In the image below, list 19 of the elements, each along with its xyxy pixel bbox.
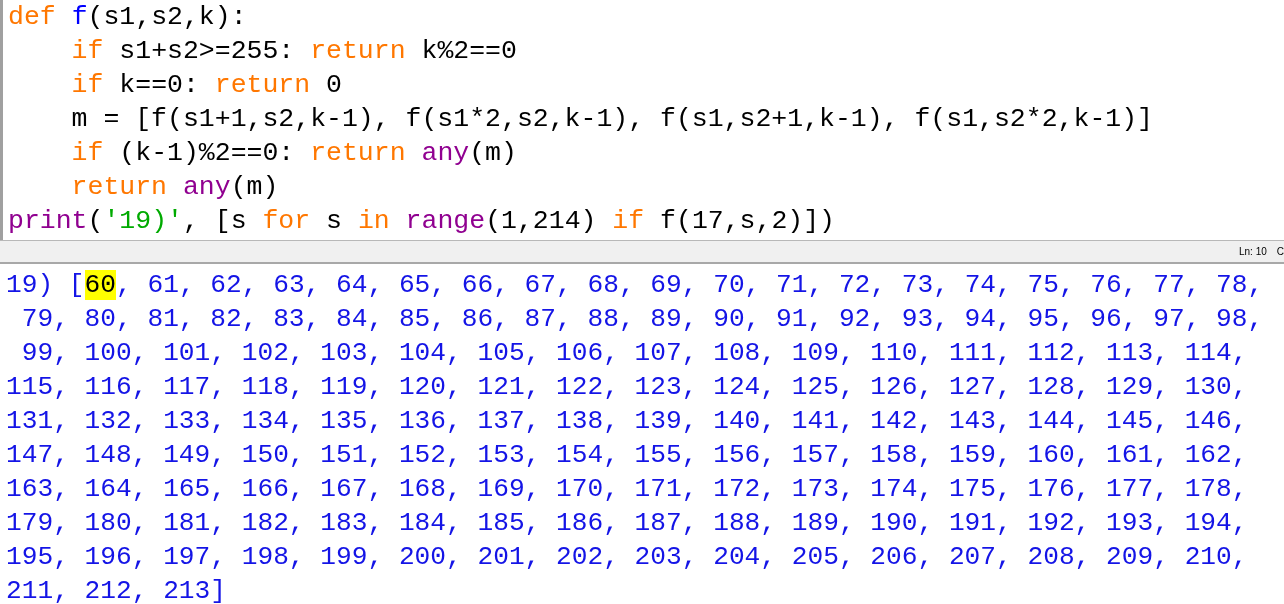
output-line: 195, 196, 197, 198, 199, 200, 201, 202, 203, 204, 205, 206, 207, 208, 209, 210, [6, 541, 1249, 574]
code-line: if (k-1)%2==0: return any(m) [70, 137, 518, 170]
output-line: 115, 116, 117, 118, 119, 120, 121, 122, 123, 124, 125, 126, 127, 128, 129, 130, [6, 371, 1249, 404]
code-line: if s1+s2>=255: return k%2==0 [70, 35, 518, 68]
output-line: 211, 212, 213] [6, 575, 227, 604]
code-line: return any(m) [70, 171, 280, 204]
output-line: 79, 80, 81, 82, 83, 84, 85, 86, 87, 88, 89, 90, 91, 92, 93, 94, 95, 96, 97, 98, [20, 303, 1265, 336]
code-line: def f(s1,s2,k): [8, 1, 248, 34]
output-line: 179, 180, 181, 182, 183, 184, 185, 186, 187, 188, 189, 190, 191, 192, 193, 194, [6, 507, 1249, 540]
output-line: 147, 148, 149, 150, 151, 152, 153, 154, 155, 156, 157, 158, 159, 160, 161, 162, [6, 439, 1249, 472]
output-line: 131, 132, 133, 134, 135, 136, 137, 138, 139, 140, 141, 142, 143, 144, 145, 146, [6, 405, 1249, 438]
output-line: 99, 100, 101, 102, 103, 104, 105, 106, 107, 108, 109, 110, 111, 112, 113, 114, [20, 337, 1249, 370]
output-line: 163, 164, 165, 166, 167, 168, 169, 170, 171, 172, 173, 174, 175, 176, 177, 178, [6, 473, 1249, 506]
code-line: if k==0: return 0 [70, 69, 343, 102]
line-number-indicator: Ln: 10 [1238, 246, 1267, 257]
code-line: print('19)', [s for s in range(1,214) if f(17,s,2)]) [8, 205, 836, 238]
code-line: m = [f(s1+1,s2,k-1), f(s1*2,s2,k-1), f(s1,s2+1,k-1), f(s1,s2*2,k-1)] [70, 103, 1154, 136]
output-line: 19) [60, 61, 62, 63, 64, 65, 66, 67, 68, 69, 70, 71, 72, 73, 74, 75, 76, 77, 78, [6, 269, 1265, 302]
column-indicator: C [1276, 246, 1284, 257]
